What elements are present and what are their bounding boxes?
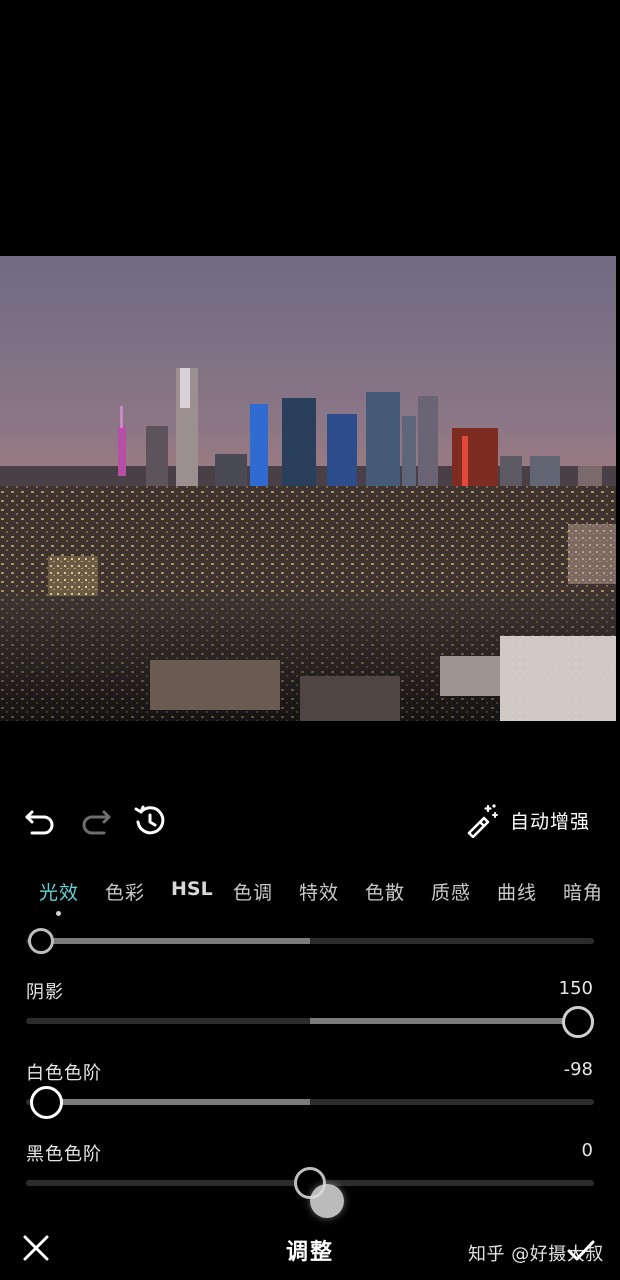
- undo-icon[interactable]: [22, 803, 58, 839]
- whites-label: 白色色阶: [26, 1063, 102, 1084]
- tab-texture[interactable]: 质感: [431, 878, 471, 905]
- whites-value: -98: [563, 1059, 593, 1080]
- bottom-bar: 调整 知乎 @好摄大叔: [0, 1218, 620, 1280]
- tab-tone[interactable]: 色调: [233, 878, 273, 905]
- active-tab-indicator: [56, 911, 61, 916]
- slider-fill: [41, 938, 310, 944]
- whites-slider-track[interactable]: [26, 1099, 594, 1105]
- adjustment-tabs: 光效 色彩 HSL 色调 特效 色散 质感 曲线 暗角: [0, 878, 620, 912]
- blacks-value: 0: [581, 1140, 593, 1161]
- auto-enhance-button[interactable]: 自动增强: [464, 800, 590, 840]
- magic-wand-icon: [467, 804, 498, 838]
- shadows-value: 150: [558, 978, 593, 999]
- tab-color[interactable]: 色彩: [105, 878, 145, 905]
- shadows-slider-thumb[interactable]: [562, 1006, 594, 1038]
- city-night-photo: [0, 256, 616, 721]
- slider-thumb-partial[interactable]: [28, 928, 54, 954]
- history-reset-icon[interactable]: [132, 803, 168, 839]
- watermark: 知乎 @好摄大叔: [468, 1244, 604, 1265]
- tab-dispersion[interactable]: 色散: [365, 878, 405, 905]
- photo-preview[interactable]: [0, 256, 616, 721]
- touch-indicator: [310, 1184, 344, 1218]
- tab-curves[interactable]: 曲线: [497, 878, 537, 905]
- shadows-slider-track[interactable]: [26, 1018, 594, 1024]
- blacks-label: 黑色色阶: [26, 1144, 102, 1165]
- shadows-slider-fill: [310, 1018, 594, 1024]
- whites-slider-fill: [46, 1099, 310, 1105]
- tab-light[interactable]: 光效: [39, 878, 79, 905]
- slider-track-partial[interactable]: [26, 938, 594, 944]
- shadows-label: 阴影: [26, 982, 64, 1003]
- redo-icon[interactable]: [78, 803, 114, 839]
- tab-effects[interactable]: 特效: [299, 878, 339, 905]
- tab-vignette[interactable]: 暗角: [563, 878, 603, 905]
- tab-hsl[interactable]: HSL: [171, 878, 213, 900]
- whites-slider-thumb[interactable]: [30, 1086, 63, 1119]
- auto-enhance-label: 自动增强: [510, 810, 591, 833]
